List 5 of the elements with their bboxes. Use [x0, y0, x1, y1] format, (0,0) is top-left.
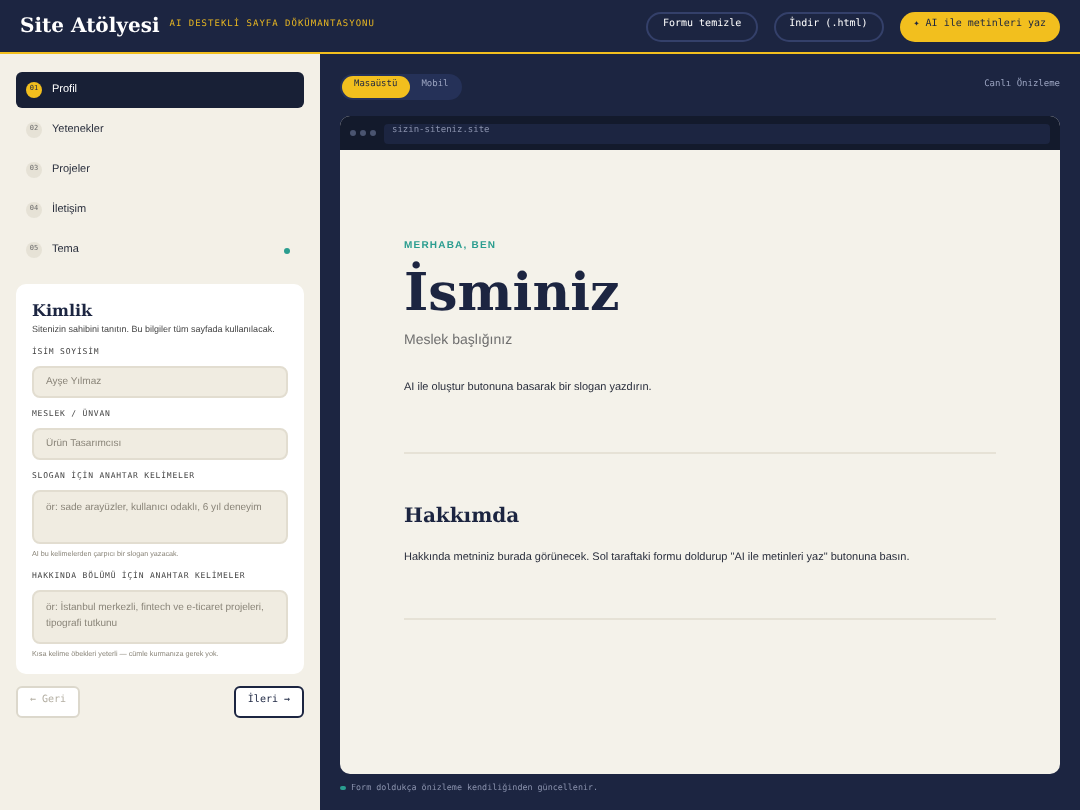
window-dots-icon: [350, 130, 376, 136]
form-title: Kimlik: [32, 298, 95, 322]
site-name: İsminiz: [404, 261, 622, 325]
app-title: Site Atölyesi: [20, 13, 160, 41]
about-title: Hakkımda: [404, 504, 522, 533]
